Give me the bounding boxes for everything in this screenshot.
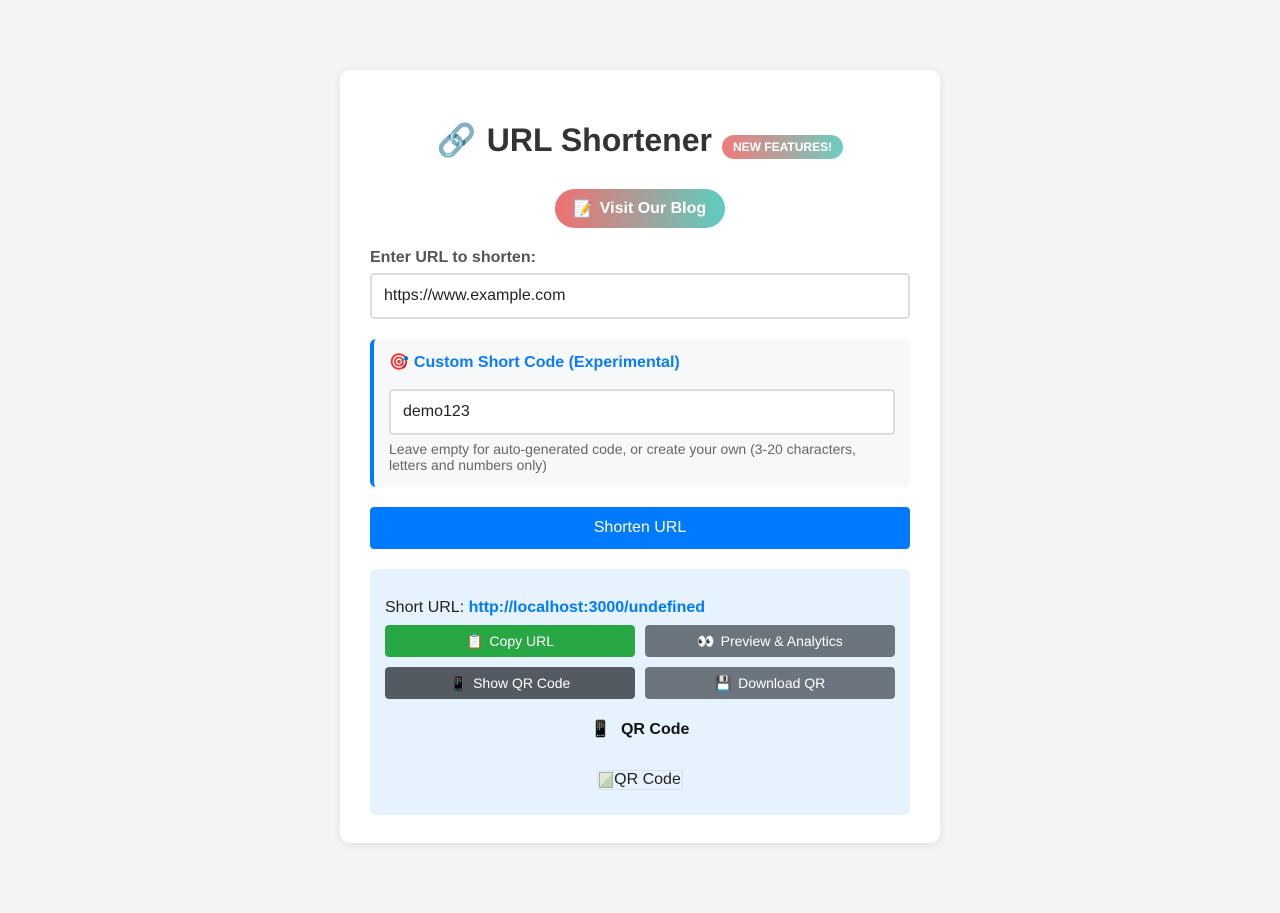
custom-code-value: demo123 xyxy=(403,403,470,420)
shorten-url-button[interactable]: Shorten URL xyxy=(370,507,910,549)
custom-code-hint: Leave empty for auto-generated code, or … xyxy=(389,441,856,473)
page-header: 🔗 URL Shortener NEW FEATURES! xyxy=(370,120,910,160)
result-panel: Short URL: http://localhost:3000/undefin… xyxy=(370,569,910,815)
broken-image-icon xyxy=(599,772,614,788)
show-qr-button[interactable]: 📱 Show QR Code xyxy=(385,667,635,699)
preview-analytics-label: Preview & Analytics xyxy=(720,633,843,649)
url-input[interactable]: https://www.example.com xyxy=(370,273,910,319)
mobile-phone-icon: 📱 xyxy=(590,721,611,738)
qr-code-image: QR Code xyxy=(597,770,683,790)
url-input-label: Enter URL to shorten: xyxy=(370,249,536,266)
short-url-label: Short URL: xyxy=(385,599,465,616)
copy-url-label: Copy URL xyxy=(489,633,555,649)
mobile-phone-icon: 📱 xyxy=(449,674,468,691)
visit-blog-label: Visit Our Blog xyxy=(599,199,707,217)
download-qr-label: Download QR xyxy=(738,675,826,691)
qr-code-alt-text: QR Code xyxy=(614,771,681,788)
custom-code-section: 🎯 Custom Short Code (Experimental) demo1… xyxy=(370,339,910,487)
floppy-disk-icon: 💾 xyxy=(714,674,733,691)
url-input-value: https://www.example.com xyxy=(384,287,566,304)
preview-analytics-button[interactable]: 👀 Preview & Analytics xyxy=(645,625,895,657)
custom-code-title-text: Custom Short Code (Experimental) xyxy=(413,354,680,371)
memo-icon: 📝 xyxy=(573,200,594,218)
eyes-icon: 👀 xyxy=(697,632,715,649)
copy-url-button[interactable]: 📋 Copy URL xyxy=(385,625,635,657)
short-url-link[interactable]: http://localhost:3000/undefined xyxy=(469,599,705,616)
download-qr-button[interactable]: 💾 Download QR xyxy=(645,667,895,699)
target-icon: 🎯 xyxy=(389,354,409,371)
clipboard-icon: 📋 xyxy=(465,632,484,649)
link-icon: 🔗 xyxy=(436,122,477,158)
qr-code-heading-text: QR Code xyxy=(620,721,690,738)
short-url-line: Short URL: http://localhost:3000/undefin… xyxy=(385,569,895,617)
new-features-badge: NEW FEATURES! xyxy=(721,135,844,159)
visit-blog-button[interactable]: 📝 Visit Our Blog xyxy=(555,189,725,228)
page-title: URL Shortener xyxy=(486,122,712,158)
result-actions: 📋 Copy URL 👀 Preview & Analytics 📱 Show … xyxy=(385,625,895,699)
show-qr-label: Show QR Code xyxy=(473,675,571,691)
custom-code-title: 🎯 Custom Short Code (Experimental) xyxy=(389,353,895,373)
qr-code-heading: 📱 QR Code xyxy=(385,720,895,740)
custom-code-input[interactable]: demo123 xyxy=(389,389,895,435)
shortener-card: 🔗 URL Shortener NEW FEATURES! 📝 Visit Ou… xyxy=(340,70,940,843)
